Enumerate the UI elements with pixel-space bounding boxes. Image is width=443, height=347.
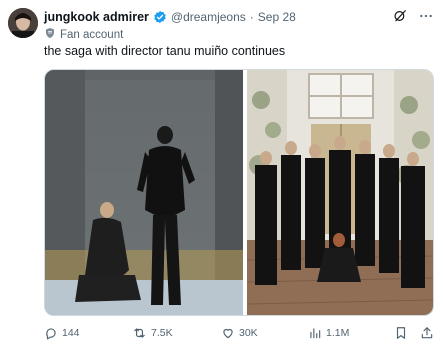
like-icon — [221, 326, 235, 340]
like-count: 30K — [239, 327, 258, 339]
photo-right[interactable] — [246, 70, 433, 315]
account-label-text: Fan account — [60, 28, 124, 41]
tweet-header: jungkook admirer @dreamjeons · Sep 28 — [44, 8, 296, 26]
bookmark-button[interactable] — [394, 326, 408, 340]
shield-icon — [44, 27, 56, 42]
share-icon — [420, 326, 434, 340]
tweet-top-actions — [393, 9, 433, 23]
more-icon[interactable] — [419, 9, 433, 23]
reply-count: 144 — [62, 327, 80, 339]
reply-icon — [44, 326, 58, 340]
media-grid — [44, 69, 434, 316]
photo-left[interactable] — [45, 70, 243, 315]
user-handle[interactable]: @dreamjeons — [171, 10, 246, 24]
views-button[interactable]: 1.1M — [308, 326, 349, 340]
reply-button[interactable]: 144 — [44, 326, 80, 340]
repost-icon — [132, 326, 147, 340]
avatar[interactable] — [8, 8, 38, 38]
separator-dot: · — [249, 10, 254, 24]
post-date[interactable]: Sep 28 — [258, 10, 296, 24]
views-count: 1.1M — [326, 327, 350, 339]
display-name[interactable]: jungkook admirer — [44, 10, 149, 24]
bookmark-icon — [394, 326, 408, 340]
views-icon — [308, 326, 322, 340]
tweet-text: the saga with director tanu muiño contin… — [44, 44, 286, 58]
grok-icon[interactable] — [393, 9, 407, 23]
verified-badge-icon — [153, 10, 167, 24]
account-label: Fan account — [44, 27, 123, 42]
like-button[interactable]: 30K — [221, 326, 258, 340]
share-button[interactable] — [420, 326, 434, 340]
repost-button[interactable]: 7.5K — [132, 326, 173, 340]
repost-count: 7.5K — [151, 327, 173, 339]
tweet-card[interactable]: jungkook admirer @dreamjeons · Sep 28 Fa… — [0, 0, 443, 347]
tweet-actions: 144 7.5K 30K 1.1M — [44, 326, 436, 342]
